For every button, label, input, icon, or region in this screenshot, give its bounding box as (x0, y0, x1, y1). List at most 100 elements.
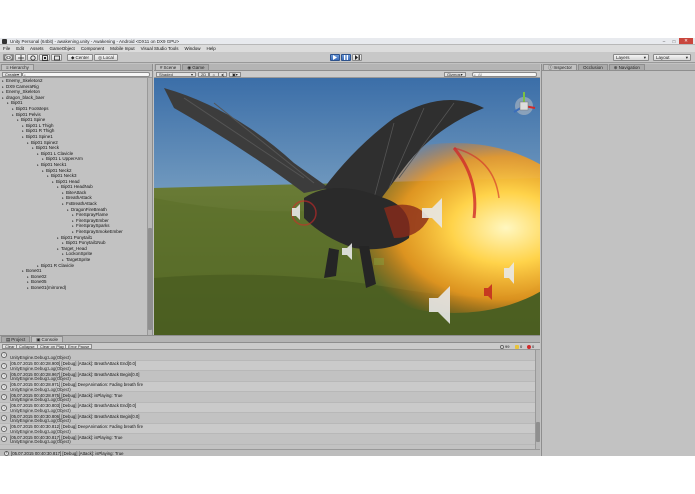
warning-count-toggle[interactable]: 0 (515, 344, 522, 349)
game-tab-label: Game (192, 65, 205, 70)
layers-dropdown[interactable]: Layers ▾ (613, 54, 649, 61)
info-count-toggle[interactable]: 99 (500, 344, 509, 349)
console-log-row[interactable]: ! [05.07.2015 00:40:30.817] [Debug] [Atta… (0, 434, 535, 445)
hierarchy-search-input[interactable]: ⌕ (22, 72, 150, 77)
scene-audio-toggle[interactable]: ◂) (218, 72, 228, 77)
hand-tool-button[interactable] (3, 54, 14, 61)
hierarchy-item-label: Bone05 (31, 279, 47, 285)
console-log-row[interactable]: ! [05.07.2015 00:40:30.806] [Debug] [Atta… (0, 413, 535, 424)
menu-mobile-input[interactable]: Mobile Input (110, 46, 135, 51)
search-icon: ⌕ (474, 73, 476, 77)
tab-navigation[interactable]: ⊕ Navigation (608, 64, 645, 70)
inspector-tab-icon: ⓘ (548, 64, 553, 70)
scene-search-placeholder: All (478, 73, 483, 77)
rotate-tool-button[interactable] (27, 54, 38, 61)
hierarchy-item-label: Bip01 Ponytail1 (61, 234, 93, 240)
console-scrollbar[interactable] (535, 350, 540, 449)
clear-on-play-toggle[interactable]: Clear on Play (37, 344, 68, 349)
play-button[interactable] (330, 54, 340, 61)
hierarchy-item-label: BreathAttack (66, 195, 92, 201)
hierarchy-item-label: Bip01 Neck2 (46, 167, 72, 173)
game-tab-icon: ◉ (187, 64, 192, 70)
tab-scene[interactable]: # Scene (155, 64, 182, 70)
hierarchy-item-label: Bip01 Spine1 (26, 133, 53, 139)
log-stacktrace: UnityEngine.Debug:Log(Object) (10, 418, 71, 423)
clear-label: Clear (5, 344, 15, 349)
hierarchy-scrollbar[interactable] (147, 78, 152, 335)
menu-visual-studio-tools[interactable]: Visual Studio Tools (141, 46, 179, 51)
tab-inspector[interactable]: ⓘ Inspector (543, 64, 578, 70)
scale-icon (41, 54, 48, 61)
speaker-icon: ◂) (221, 72, 225, 77)
2d-toggle[interactable]: 2D (198, 72, 210, 77)
info-icon: ! (4, 450, 9, 456)
hierarchy-item-label: FireSpraySmokeEmber (76, 229, 123, 235)
log-stacktrace: UnityEngine.Debug:Log(Object) (10, 386, 71, 392)
console-log-row[interactable]: ! [05.07.2015 00:40:30.812] [Debug] DeepA… (0, 423, 535, 434)
hierarchy-item[interactable]: ▸ Bone01(mirrored) (0, 285, 146, 291)
menu-help[interactable]: Help (206, 46, 215, 51)
step-button[interactable] (352, 54, 362, 61)
collapse-label: Collapse (19, 344, 35, 349)
scene-effects-dropdown[interactable]: ▣ ▾ (229, 72, 241, 77)
main-toolbar: ◆ Center ◎ Local Layers ▾ Layout ▾ (0, 52, 695, 63)
hierarchy-item-label: Bip01 HeadNub (61, 184, 93, 190)
pivot-center-toggle[interactable]: ◆ Center (67, 54, 93, 61)
unity-logo-icon (2, 38, 7, 44)
menu-gameobject[interactable]: GameObject (50, 46, 75, 51)
shading-dropdown[interactable]: Shaded ▾ (156, 72, 196, 77)
menu-assets[interactable]: Assets (30, 46, 44, 51)
tab-hierarchy[interactable]: ≡ Hierarchy (1, 64, 34, 70)
tab-project[interactable]: ▤ Project (1, 336, 31, 342)
hierarchy-item-label: dragon_black_baer (6, 94, 45, 100)
hierarchy-item-label: LockonSprite (66, 251, 93, 257)
hierarchy-item-label: Bip01 R Thigh (26, 128, 55, 134)
console-log-row[interactable]: ! [05.07.2015 00:40:28.967] [Debug] [Atta… (0, 371, 535, 382)
local-icon: ◎ (98, 54, 103, 60)
close-button[interactable]: ✕ (679, 38, 693, 44)
hierarchy-toolbar: Create ▾ ⌕ (0, 71, 152, 78)
pivot-icon: ◆ (71, 54, 75, 60)
menu-component[interactable]: Component (81, 46, 104, 51)
pause-button[interactable] (341, 54, 351, 61)
scene-tabs: # Scene ◉ Game (154, 64, 540, 71)
collapse-toggle[interactable]: Collapse (16, 344, 38, 349)
console-scroll-thumb[interactable] (536, 422, 540, 442)
maximize-button[interactable]: □ (669, 38, 679, 44)
scale-tool-button[interactable] (39, 54, 50, 61)
menu-window[interactable]: Window (184, 46, 200, 51)
hierarchy-scroll-thumb[interactable] (148, 228, 152, 330)
gizmos-dropdown[interactable]: Gizmos ▾ (444, 72, 466, 77)
console-log-row[interactable]: ! [05.07.2015 00:40:28.975] [Debug] [Atta… (0, 392, 535, 403)
tab-occlusion[interactable]: Occlusion (578, 64, 608, 70)
console-log-row[interactable]: ! [05.07.2015 00:40:28.971] [Debug] DeepA… (0, 381, 535, 392)
warning-count: 0 (520, 344, 523, 349)
error-pause-toggle[interactable]: Error Pause (65, 344, 93, 349)
tab-console[interactable]: ▣ Console (31, 336, 64, 342)
hierarchy-item-label: Bip01 Neck3 (51, 173, 77, 179)
create-dropdown[interactable]: Create ▾ (2, 72, 23, 77)
scene-tab-label: Scene (163, 65, 177, 70)
console-log-row[interactable]: ! [05.07.2015 00:40:30.803] [Debug] [Atta… (0, 402, 535, 413)
move-tool-button[interactable] (15, 54, 26, 61)
rect-tool-button[interactable] (51, 54, 62, 61)
hierarchy-item-label: Bip01 Neck (36, 145, 60, 151)
menu-file[interactable]: File (3, 46, 10, 51)
scene-viewport[interactable] (154, 78, 540, 335)
minimize-button[interactable]: – (659, 38, 669, 44)
console-log-row[interactable]: ! [05.07.2015 00:40:28.900] [Debug] [Atta… (0, 360, 535, 371)
sun-icon: ☼ (212, 72, 216, 77)
search-icon: ⌕ (24, 73, 26, 77)
tab-game[interactable]: ◉ Game (182, 64, 210, 70)
status-bar[interactable]: ! [05.07.2015 00:40:30.817] [Debug] [Att… (0, 449, 540, 456)
layout-dropdown[interactable]: Layout ▾ (653, 54, 691, 61)
console-tab-label: Console (41, 337, 59, 342)
hierarchy-item-label: Bip01 Spine2 (31, 139, 58, 145)
hierarchy-item-label: Bone02 (31, 273, 47, 279)
console-log-row[interactable]: ! UnityEngine.Debug:Log(Object) (0, 350, 535, 361)
log-stacktrace: UnityEngine.Debug:Log(Object) (10, 407, 71, 413)
pivot-local-toggle[interactable]: ◎ Local (94, 54, 118, 61)
menu-edit[interactable]: Edit (16, 46, 24, 51)
error-count-toggle[interactable]: 0 (527, 344, 534, 349)
scene-search-input[interactable]: ⌕ All (472, 72, 537, 77)
